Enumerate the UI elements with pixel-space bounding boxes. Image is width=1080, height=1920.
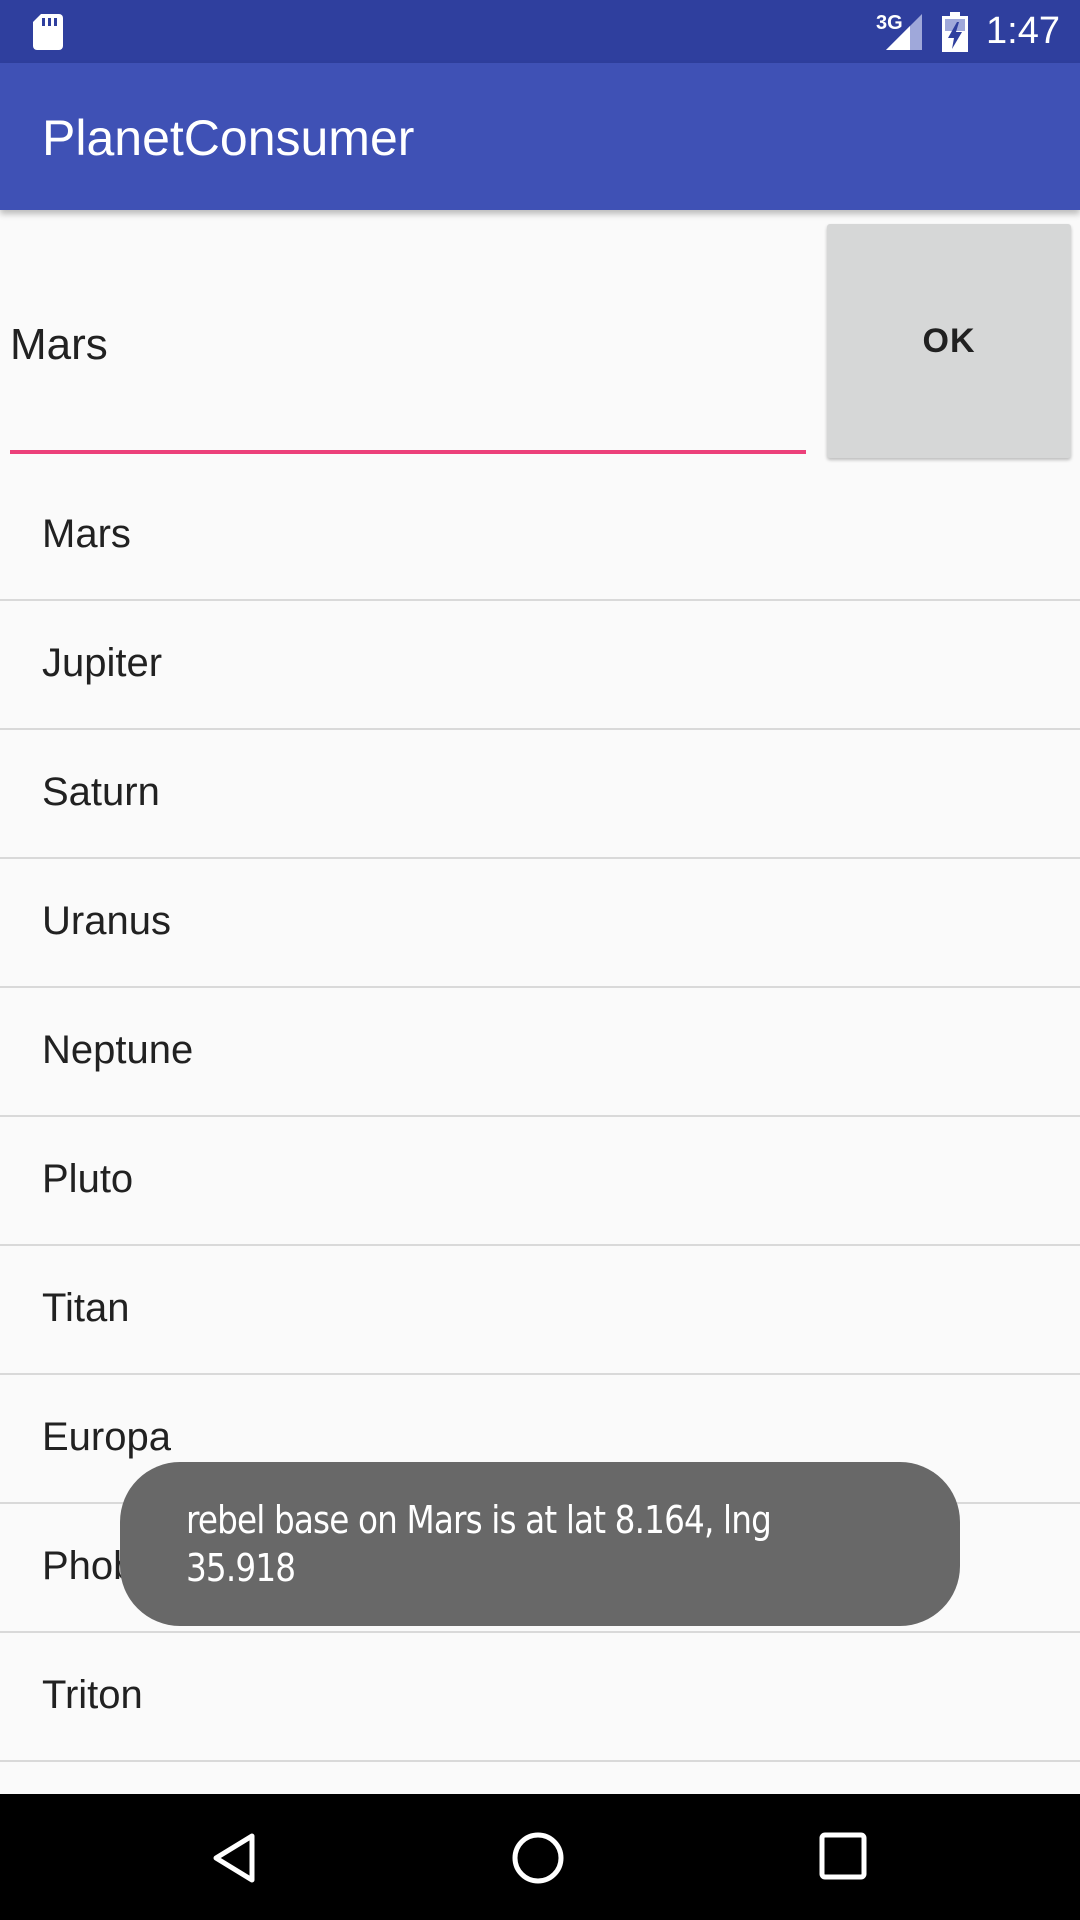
list-item-label: Neptune bbox=[42, 1028, 194, 1072]
battery-charging-icon bbox=[942, 12, 968, 52]
list-item-label: Uranus bbox=[42, 899, 171, 943]
list-item[interactable]: Titan bbox=[0, 1246, 1080, 1375]
sd-card-icon bbox=[33, 14, 63, 50]
list-item[interactable]: Mars bbox=[0, 472, 1080, 601]
status-bar: 3G 1:47 bbox=[0, 0, 1080, 63]
clock: 1:47 bbox=[986, 10, 1060, 52]
list-item[interactable]: Jupiter bbox=[0, 601, 1080, 730]
ok-button[interactable]: OK bbox=[827, 224, 1071, 458]
list-item-label: Europa bbox=[42, 1415, 171, 1459]
nav-bar bbox=[0, 1794, 1080, 1920]
app-bar: PlanetConsumer bbox=[0, 63, 1080, 210]
list-item-label: Pluto bbox=[42, 1157, 134, 1201]
toast-message: rebel base on Mars is at lat 8.164, lng … bbox=[186, 1498, 772, 1590]
app-title: PlanetConsumer bbox=[42, 110, 415, 166]
input-row: OK bbox=[0, 210, 1080, 470]
list-item-label: Titan bbox=[42, 1286, 130, 1330]
list-item-label: Mars bbox=[42, 512, 131, 556]
screen: 3G 1:47 PlanetConsumer OK Mars Jupiter S… bbox=[0, 0, 1080, 1920]
back-icon[interactable] bbox=[208, 1830, 264, 1886]
list-item[interactable]: Neptune bbox=[0, 988, 1080, 1117]
list-item[interactable]: Triton bbox=[0, 1633, 1080, 1762]
list-item[interactable]: Pluto bbox=[0, 1117, 1080, 1246]
list-item-label: Saturn bbox=[42, 770, 160, 814]
home-icon[interactable] bbox=[508, 1828, 568, 1888]
input-underline bbox=[10, 450, 806, 454]
signal-icon bbox=[886, 14, 922, 50]
list-item-label: Triton bbox=[42, 1673, 143, 1717]
list-item-label: Jupiter bbox=[42, 641, 163, 685]
list-item[interactable]: Uranus bbox=[0, 859, 1080, 988]
recents-icon[interactable] bbox=[817, 1830, 869, 1882]
toast: rebel base on Mars is at lat 8.164, lng … bbox=[120, 1462, 960, 1626]
planet-input[interactable] bbox=[10, 310, 806, 380]
list-item[interactable]: Saturn bbox=[0, 730, 1080, 859]
